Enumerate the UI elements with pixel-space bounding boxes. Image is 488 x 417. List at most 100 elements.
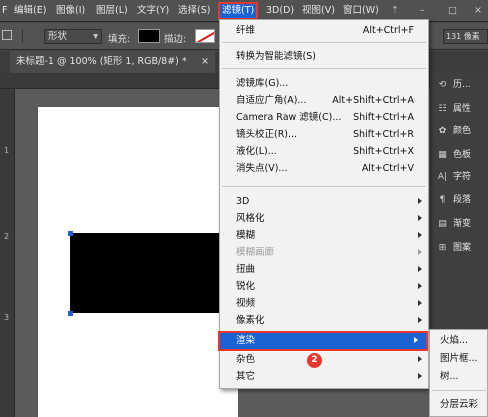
menu-window[interactable]: 窗口(W) xyxy=(343,4,379,18)
swatches-icon: ▦ xyxy=(438,150,447,160)
stroke-swatch[interactable] xyxy=(195,29,215,43)
submenu-arrow-icon xyxy=(418,283,422,289)
menu-filter[interactable]: 滤镜(T) xyxy=(218,2,259,20)
submenu-item-difference-clouds[interactable]: 分层云彩 xyxy=(440,396,478,413)
menu-item-pixelate[interactable]: 像素化 xyxy=(220,312,428,329)
stroke-label: 描边: xyxy=(164,34,187,45)
menu-layer[interactable]: 图层(L) xyxy=(96,4,128,18)
panel-label: 历... xyxy=(453,80,471,90)
menu-item-label: 杂色 xyxy=(236,354,256,365)
panel-label: 字符 xyxy=(453,172,472,182)
submenu-item-flame[interactable]: 火焰... xyxy=(440,332,468,349)
menu-item-noise[interactable]: 杂色 xyxy=(220,351,428,368)
menu-file[interactable]: F xyxy=(2,4,7,18)
menu-item-fibers[interactable]: 纤维 Alt+Ctrl+F xyxy=(220,22,428,39)
panel-character[interactable]: A| 字符 xyxy=(436,168,471,186)
menu-item-other[interactable]: 其它 xyxy=(220,368,428,385)
filter-menu: 纤维 Alt+Ctrl+F 转换为智能滤镜(S) 滤镜库(G)... 自适应广角(… xyxy=(218,19,429,389)
submenu-arrow-icon xyxy=(418,232,422,238)
menu-item-liquify[interactable]: 液化(L)... Shift+Ctrl+X xyxy=(220,143,428,160)
ruler-number: 1 xyxy=(4,146,10,155)
menu-item-filter-gallery[interactable]: 滤镜库(G)... xyxy=(220,75,428,92)
panel-gradient[interactable]: ▤ 渐变 xyxy=(436,215,471,233)
minimize-icon[interactable]: – xyxy=(420,4,425,18)
menu-item-blur-gallery[interactable]: 模糊画廊 xyxy=(220,244,428,261)
menu-item-shortcut: Shift+Ctrl+X xyxy=(353,146,414,157)
menu-select[interactable]: 选择(S) xyxy=(178,4,210,18)
panel-label: 属性 xyxy=(453,104,472,114)
menu-item-label: 视频 xyxy=(236,298,256,309)
menu-item-sharpen[interactable]: 锐化 xyxy=(220,278,428,295)
shape-tool-icon[interactable] xyxy=(2,30,12,40)
menu-item-adaptive-wide-angle[interactable]: 自适应广角(A)... Alt+Shift+Ctrl+A xyxy=(220,92,428,109)
shape-mode-select[interactable]: 形状 ▾ xyxy=(44,29,102,44)
pin-icon[interactable]: ⇡ xyxy=(391,4,399,18)
maximize-icon[interactable]: □ xyxy=(448,4,457,18)
paragraph-icon: ¶ xyxy=(439,195,446,205)
transform-handle[interactable] xyxy=(68,231,73,236)
menu-item-shortcut: Shift+Ctrl+A xyxy=(353,112,414,123)
menu-separator xyxy=(432,390,488,391)
document-tab-title: 未标题-1 @ 100% (矩形 1, RGB/8#) * xyxy=(16,56,187,67)
menu-image[interactable]: 图像(I) xyxy=(56,4,85,18)
menu-item-render[interactable]: 渲染 xyxy=(218,331,428,351)
menu-separator xyxy=(222,186,426,187)
submenu-arrow-icon xyxy=(418,249,422,255)
menu-item-convert-smart-filter[interactable]: 转换为智能滤镜(S) xyxy=(220,48,428,65)
menu-item-video[interactable]: 视频 xyxy=(220,295,428,312)
fill-swatch[interactable] xyxy=(138,29,160,43)
close-window-icon[interactable]: × xyxy=(474,4,482,18)
panel-paragraph[interactable]: ¶ 段落 xyxy=(436,191,471,209)
history-icon: ⟲ xyxy=(438,80,447,90)
close-tab-icon[interactable]: × xyxy=(201,51,209,73)
submenu-arrow-icon xyxy=(414,337,418,343)
panel-properties[interactable]: ☷ 属性 xyxy=(436,100,471,118)
no-stroke-icon xyxy=(196,30,214,42)
document-tab[interactable]: 未标题-1 @ 100% (矩形 1, RGB/8#) * × xyxy=(10,51,215,73)
properties-icon: ☷ xyxy=(438,104,447,114)
menu-separator xyxy=(222,42,426,43)
panel-label: 图案 xyxy=(453,243,472,253)
menu-item-distort[interactable]: 扭曲 xyxy=(220,261,428,278)
ruler-number: 3 xyxy=(4,313,10,322)
width-field[interactable]: 131 像素 xyxy=(443,29,488,44)
ruler-vertical: 1 2 3 xyxy=(0,89,15,417)
menu-item-vanishing-point[interactable]: 消失点(V)... Alt+Ctrl+V xyxy=(220,160,428,177)
rectangle-shape[interactable] xyxy=(70,233,240,313)
menu-3d[interactable]: 3D(D) xyxy=(266,4,294,18)
menu-item-label: 锐化 xyxy=(236,281,256,292)
menu-edit[interactable]: 编辑(E) xyxy=(14,4,46,18)
menu-item-3d[interactable]: 3D xyxy=(220,193,428,210)
menu-item-label: 纤维 xyxy=(236,25,256,36)
menu-item-label: 模糊画廊 xyxy=(236,247,275,258)
menu-item-stylize[interactable]: 风格化 xyxy=(220,210,428,227)
submenu-arrow-icon xyxy=(418,215,422,221)
menu-item-shortcut: Alt+Ctrl+V xyxy=(361,163,414,174)
panel-swatches[interactable]: ▦ 色板 xyxy=(436,146,471,164)
submenu-arrow-icon xyxy=(418,373,422,379)
chevron-down-icon: ▾ xyxy=(93,31,98,42)
panel-label: 颜色 xyxy=(453,126,472,136)
menu-item-blur[interactable]: 模糊 xyxy=(220,227,428,244)
transform-handle[interactable] xyxy=(68,311,73,316)
divider xyxy=(22,29,38,43)
menu-item-shortcut: Shift+Ctrl+R xyxy=(352,129,414,140)
submenu-item-picture-frame[interactable]: 图片框... xyxy=(440,350,478,367)
menu-separator xyxy=(222,68,426,69)
menu-item-camera-raw[interactable]: Camera Raw 滤镜(C)... Shift+Ctrl+A xyxy=(220,109,428,126)
submenu-arrow-icon xyxy=(418,356,422,362)
menu-view[interactable]: 视图(V) xyxy=(302,4,335,18)
menu-item-lens-correction[interactable]: 镜头校正(R)... Shift+Ctrl+R xyxy=(220,126,428,143)
panel-patterns[interactable]: ⊞ 图案 xyxy=(436,239,471,257)
submenu-arrow-icon xyxy=(418,300,422,306)
menu-item-label: 扭曲 xyxy=(236,264,256,275)
panel-label: 段落 xyxy=(453,195,472,205)
menu-item-label: 像素化 xyxy=(236,315,265,326)
color-icon: ✿ xyxy=(438,126,447,136)
panel-history[interactable]: ⟲ 历... xyxy=(436,76,471,94)
panel-color[interactable]: ✿ 颜色 xyxy=(436,122,471,140)
menu-item-label: 模糊 xyxy=(236,230,256,241)
submenu-item-tree[interactable]: 树... xyxy=(440,368,459,385)
fill-label: 填充: xyxy=(108,34,131,45)
menu-type[interactable]: 文字(Y) xyxy=(137,4,169,18)
